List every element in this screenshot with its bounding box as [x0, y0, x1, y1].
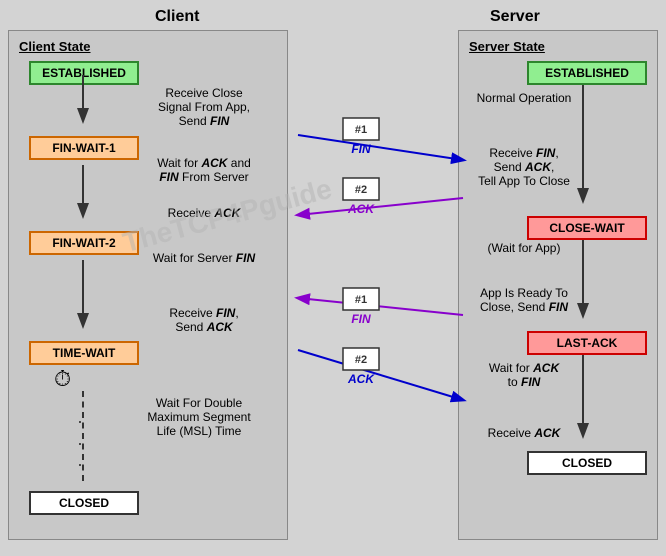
- svg-text:#1: #1: [355, 124, 367, 136]
- dots: ···: [77, 411, 83, 476]
- client-label-step4: Wait for Server FIN: [139, 251, 269, 265]
- client-state-title: Client State: [19, 39, 91, 54]
- svg-text:#2: #2: [355, 184, 367, 196]
- server-lastack-state: LAST-ACK: [527, 331, 647, 355]
- client-label-step6: Wait For Double Maximum Segment Life (MS…: [129, 396, 269, 438]
- server-title: Server: [490, 8, 540, 25]
- server-label-step4: App Is Ready To Close, Send FIN: [464, 286, 584, 314]
- client-established-state: ESTABLISHED: [29, 61, 139, 85]
- server-established-state: ESTABLISHED: [527, 61, 647, 85]
- svg-text:FIN: FIN: [351, 142, 371, 156]
- client-header: Client: [155, 8, 199, 26]
- server-header: Server: [490, 8, 540, 26]
- client-finwait2-state: FIN-WAIT-2: [29, 231, 139, 255]
- client-label-step5: Receive FIN, Send ACK: [139, 306, 269, 334]
- svg-text:#2: #2: [355, 354, 367, 366]
- server-label-step5: Wait for ACK to FIN: [464, 361, 584, 389]
- svg-text:ACK: ACK: [347, 202, 375, 216]
- client-label-step2: Wait for ACK and FIN From Server: [139, 156, 269, 184]
- server-label-step1: Normal Operation: [464, 91, 584, 105]
- server-label-step2: Receive FIN, Send ACK, Tell App To Close: [464, 146, 584, 188]
- server-closed-state: CLOSED: [527, 451, 647, 475]
- client-finwait1-state: FIN-WAIT-1: [29, 136, 139, 160]
- client-panel: Client State ESTABLISHED Receive Close S…: [8, 30, 288, 540]
- svg-text:ACK: ACK: [347, 372, 375, 386]
- server-label-step6: Receive ACK: [464, 426, 584, 440]
- client-title: Client: [155, 8, 199, 25]
- server-closewait-state: CLOSE-WAIT: [527, 216, 647, 240]
- timer-icon: ⏱: [54, 366, 71, 392]
- svg-text:FIN: FIN: [351, 312, 371, 326]
- server-state-title: Server State: [469, 39, 545, 54]
- server-label-step3: (Wait for App): [464, 241, 584, 255]
- main-container: Client Server Client State ESTABLISHED R…: [0, 0, 666, 556]
- client-timewait-state: TIME-WAIT: [29, 341, 139, 365]
- server-panel: Server State ESTABLISHED Normal Operatio…: [458, 30, 658, 540]
- client-label-step3: Receive ACK: [139, 206, 269, 220]
- svg-text:#1: #1: [355, 294, 367, 306]
- client-label-step1: Receive Close Signal From App, Send FIN: [139, 86, 269, 128]
- client-closed-state: CLOSED: [29, 491, 139, 515]
